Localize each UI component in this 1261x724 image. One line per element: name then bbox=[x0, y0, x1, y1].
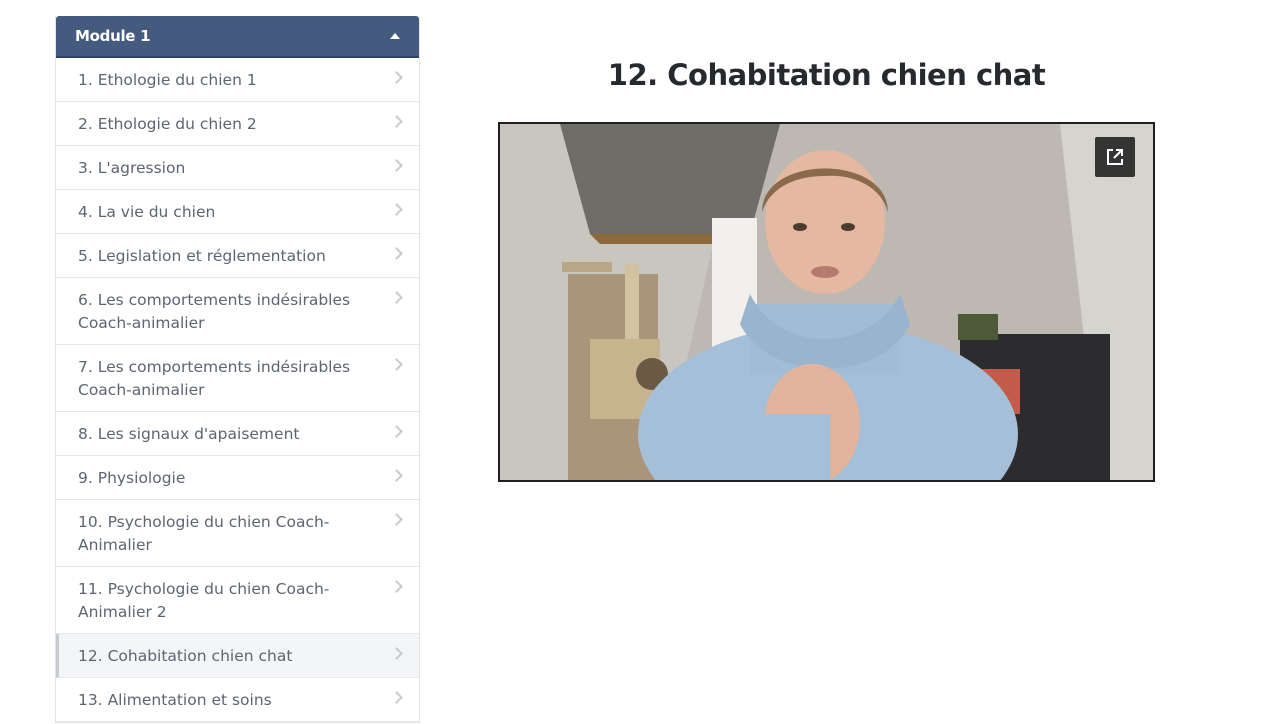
lesson-item[interactable]: 6. Les comportements indésirables Coach-… bbox=[56, 278, 419, 345]
lesson-label: 4. La vie du chien bbox=[78, 203, 216, 221]
lesson-item[interactable]: 4. La vie du chien bbox=[56, 190, 419, 234]
lesson-label: 5. Legislation et réglementation bbox=[78, 247, 326, 265]
chevron-right-icon bbox=[390, 513, 403, 526]
lesson-title: 12. Cohabitation chien chat bbox=[607, 58, 1046, 92]
chevron-right-icon bbox=[390, 469, 403, 482]
chevron-right-icon bbox=[390, 71, 403, 84]
lesson-label: 12. Cohabitation chien chat bbox=[78, 647, 293, 665]
lesson-label: 10. Psychologie du chien Coach-Animalier bbox=[78, 513, 330, 554]
chevron-right-icon bbox=[390, 358, 403, 371]
lesson-item[interactable]: 2. Ethologie du chien 2 bbox=[56, 102, 419, 146]
lesson-item[interactable]: 10. Psychologie du chien Coach-Animalier bbox=[56, 500, 419, 567]
lesson-item[interactable]: 11. Psychologie du chien Coach-Animalier… bbox=[56, 567, 419, 634]
chevron-right-icon bbox=[390, 425, 403, 438]
lesson-label: 2. Ethologie du chien 2 bbox=[78, 115, 257, 133]
external-link-icon bbox=[1107, 149, 1123, 165]
lesson-item[interactable]: 8. Les signaux d'apaisement bbox=[56, 412, 419, 456]
chevron-right-icon bbox=[390, 291, 403, 304]
lesson-item-active[interactable]: 12. Cohabitation chien chat bbox=[56, 634, 419, 678]
lesson-item[interactable]: 7. Les comportements indésirables Coach-… bbox=[56, 345, 419, 412]
chevron-right-icon bbox=[390, 580, 403, 593]
chevron-right-icon bbox=[390, 691, 403, 704]
chevron-right-icon bbox=[390, 647, 403, 660]
lesson-label: 7. Les comportements indésirables Coach-… bbox=[78, 358, 351, 399]
lesson-label: 3. L'agression bbox=[78, 159, 186, 177]
lesson-label: 6. Les comportements indésirables Coach-… bbox=[78, 291, 351, 332]
lesson-item[interactable]: 5. Legislation et réglementation bbox=[56, 234, 419, 278]
lesson-item[interactable]: 9. Physiologie bbox=[56, 456, 419, 500]
lesson-label: 13. Alimentation et soins bbox=[78, 691, 272, 709]
video-frame bbox=[500, 124, 1153, 480]
chevron-right-icon bbox=[390, 159, 403, 172]
lesson-label: 8. Les signaux d'apaisement bbox=[78, 425, 300, 443]
video-player[interactable] bbox=[498, 122, 1155, 482]
module-title: Module 1 bbox=[75, 27, 151, 45]
lesson-label: 1. Ethologie du chien 1 bbox=[78, 71, 257, 89]
lesson-item[interactable]: 13. Alimentation et soins bbox=[56, 678, 419, 722]
lesson-item[interactable]: 1. Ethologie du chien 1 bbox=[56, 58, 419, 102]
chevron-right-icon bbox=[390, 203, 403, 216]
popout-button[interactable] bbox=[1095, 137, 1135, 177]
chevron-right-icon bbox=[390, 247, 403, 260]
lesson-item[interactable]: 3. L'agression bbox=[56, 146, 419, 190]
module-sidebar: Module 1 1. Ethologie du chien 1 2. Etho… bbox=[55, 16, 420, 723]
lesson-label: 9. Physiologie bbox=[78, 469, 186, 487]
lesson-label: 11. Psychologie du chien Coach-Animalier… bbox=[78, 580, 330, 621]
caret-up-icon[interactable] bbox=[390, 33, 400, 39]
chevron-right-icon bbox=[390, 115, 403, 128]
module-header[interactable]: Module 1 bbox=[56, 16, 419, 58]
